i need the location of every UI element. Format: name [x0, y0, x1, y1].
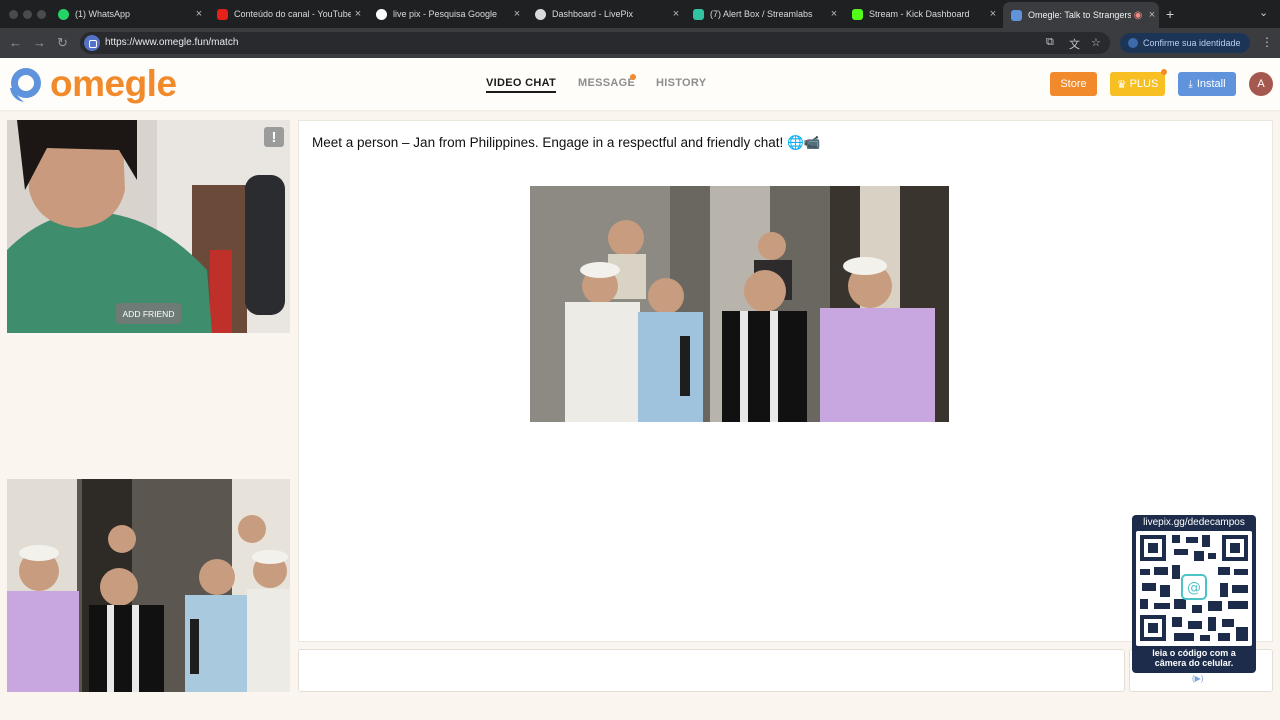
back-icon[interactable]: ← [9, 35, 22, 50]
plus-button[interactable]: ♛ PLUS [1110, 72, 1165, 96]
store-button[interactable]: Store [1050, 72, 1097, 96]
close-icon[interactable]: × [510, 8, 524, 20]
tab-google[interactable]: live pix - Pesquisa Google × [368, 3, 524, 25]
plus-notification-dot [1161, 69, 1167, 75]
streamlabs-icon [693, 8, 704, 20]
qr-code: @ [1136, 531, 1252, 646]
install-app-icon[interactable]: ⧉ [1046, 36, 1054, 49]
reload-icon[interactable]: ↻ [57, 35, 68, 51]
window-minimize-button[interactable] [23, 10, 32, 19]
tab-livepix[interactable]: Dashboard - LivePix × [527, 3, 683, 25]
close-icon[interactable]: × [827, 8, 841, 20]
close-icon[interactable]: × [192, 8, 206, 20]
profile-icon [1128, 38, 1138, 48]
profile-button[interactable]: Confirme sua identidade [1120, 33, 1250, 53]
address-bar[interactable]: https://www.omegle.fun/match ⧉ 文 ☆ [80, 32, 1110, 54]
svg-text:@: @ [1187, 580, 1201, 596]
group-video-frame [530, 186, 949, 422]
whatsapp-icon [58, 8, 69, 20]
avatar[interactable]: A [1249, 72, 1273, 96]
new-tab-button[interactable]: + [1166, 6, 1174, 22]
youtube-icon [217, 8, 228, 20]
download-icon: ⤓ [1188, 78, 1193, 90]
window-close-button[interactable] [9, 10, 18, 19]
nav-history[interactable]: HISTORY [656, 77, 706, 89]
self-video-frame [7, 479, 290, 692]
tab-whatsapp[interactable]: (1) WhatsApp × [50, 3, 206, 25]
nav-message[interactable]: MESSAGE [578, 77, 635, 89]
chat-system-message: Meet a person – Jan from Philippines. En… [312, 135, 821, 150]
site-info-icon[interactable] [84, 35, 100, 51]
qr-url-text: livepix.gg/dedecampos [1143, 517, 1245, 528]
tab-search-icon[interactable]: ⌄ [1259, 6, 1268, 19]
install-button[interactable]: ⤓ Install [1178, 72, 1236, 96]
chat-message-input[interactable] [298, 649, 1125, 692]
report-button[interactable]: ! [264, 127, 284, 147]
close-icon[interactable]: × [986, 8, 1000, 20]
forward-icon[interactable]: → [33, 35, 46, 50]
qr-caption: leia o código com a câmera do celular. [1152, 648, 1236, 668]
url-text[interactable]: https://www.omegle.fun/match [105, 37, 238, 48]
bookmark-star-icon[interactable]: ☆ [1091, 36, 1101, 49]
translate-icon[interactable]: 文 [1069, 36, 1080, 52]
logo-text[interactable]: omegle [50, 63, 177, 105]
browser-tab-bar: (1) WhatsApp × Conteúdo do canal - YouTu… [0, 0, 1280, 28]
stranger-video [7, 120, 290, 333]
close-icon[interactable]: × [1145, 9, 1159, 21]
kick-icon [852, 8, 863, 20]
self-video [7, 479, 290, 692]
tab-youtube[interactable]: Conteúdo do canal - YouTube × [209, 3, 365, 25]
site-header: omegle VIDEO CHAT MESSAGE HISTORY Store … [0, 58, 1280, 110]
chat-shared-video[interactable] [530, 186, 949, 422]
browser-toolbar: ← → ↻ https://www.omegle.fun/match ⧉ 文 ☆… [0, 28, 1280, 58]
window-zoom-button[interactable] [37, 10, 46, 19]
close-icon[interactable]: × [669, 8, 683, 20]
google-icon [376, 8, 387, 20]
stranger-video-frame [7, 120, 290, 333]
add-friend-button[interactable]: ADD FRIEND [116, 303, 181, 324]
qr-code-graphic: @ [1140, 535, 1248, 641]
tab-streamlabs[interactable]: (7) Alert Box / Streamlabs × [685, 3, 841, 25]
crown-icon: ♛ [1116, 78, 1127, 91]
notification-dot [630, 74, 636, 80]
tab-omegle[interactable]: Omegle: Talk to Strangers! ◉ × [1003, 2, 1159, 28]
livepix-icon [535, 8, 546, 20]
omegle-icon [1011, 9, 1022, 21]
recording-icon: ◉ [1133, 9, 1143, 21]
close-icon[interactable]: × [351, 8, 365, 20]
nav-video-chat[interactable]: VIDEO CHAT [486, 77, 557, 93]
browser-menu-icon[interactable]: ⋮ [1261, 35, 1273, 49]
tab-kick[interactable]: Stream - Kick Dashboard × [844, 3, 1000, 25]
omegle-logo-icon[interactable] [6, 66, 46, 103]
play-icon: (▶) [1192, 674, 1204, 683]
